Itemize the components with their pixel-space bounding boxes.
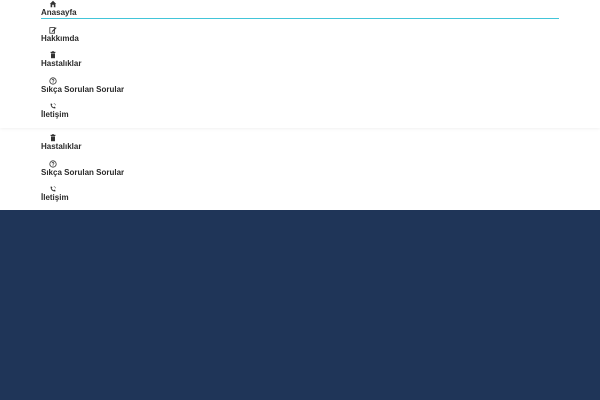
secondary-nav-item-hastaliklar[interactable]: Hastalıklar <box>41 134 211 159</box>
active-nav-underline <box>41 18 559 19</box>
secondary-nav-item-iletisim[interactable]: İletişim <box>41 185 211 210</box>
main-nav-label-hastaliklar: Hastalıklar <box>41 59 82 68</box>
secondary-nav-item-sss[interactable]: Sıkça Sorulan Sorular <box>41 160 211 185</box>
main-nav-label-sss: Sıkça Sorulan Sorular <box>41 85 125 94</box>
main-nav-label-anasayfa: Anasayfa <box>41 8 77 17</box>
main-nav-item-hakkimda[interactable]: Hakkımda <box>41 26 211 51</box>
dark-footer-band <box>0 210 600 400</box>
main-nav-item-hastaliklar[interactable]: Hastalıklar <box>41 51 211 76</box>
secondary-nav-label-iletisim: İletişim <box>41 193 69 202</box>
top-navigation-area: Anasayfa Hakkımda Hastalıklar Sıkça Soru… <box>0 0 600 128</box>
trash-icon <box>49 51 57 59</box>
edit-icon <box>49 26 57 34</box>
secondary-nav-label-hastaliklar: Hastalıklar <box>41 142 82 151</box>
secondary-nav-label-sss: Sıkça Sorulan Sorular <box>41 168 125 177</box>
page: Anasayfa Hakkımda Hastalıklar Sıkça Soru… <box>0 0 600 400</box>
phone-icon <box>49 102 57 110</box>
main-nav-item-anasayfa[interactable]: Anasayfa <box>41 0 211 25</box>
question-circle-icon <box>49 160 57 168</box>
home-icon <box>49 0 57 8</box>
question-circle-icon <box>49 77 57 85</box>
main-nav-item-sss[interactable]: Sıkça Sorulan Sorular <box>41 77 211 102</box>
main-nav-label-iletisim: İletişim <box>41 110 69 119</box>
main-nav-label-hakkimda: Hakkımda <box>41 34 79 43</box>
trash-icon <box>49 134 57 142</box>
phone-icon <box>49 185 57 193</box>
main-nav-item-iletisim[interactable]: İletişim <box>41 102 211 127</box>
